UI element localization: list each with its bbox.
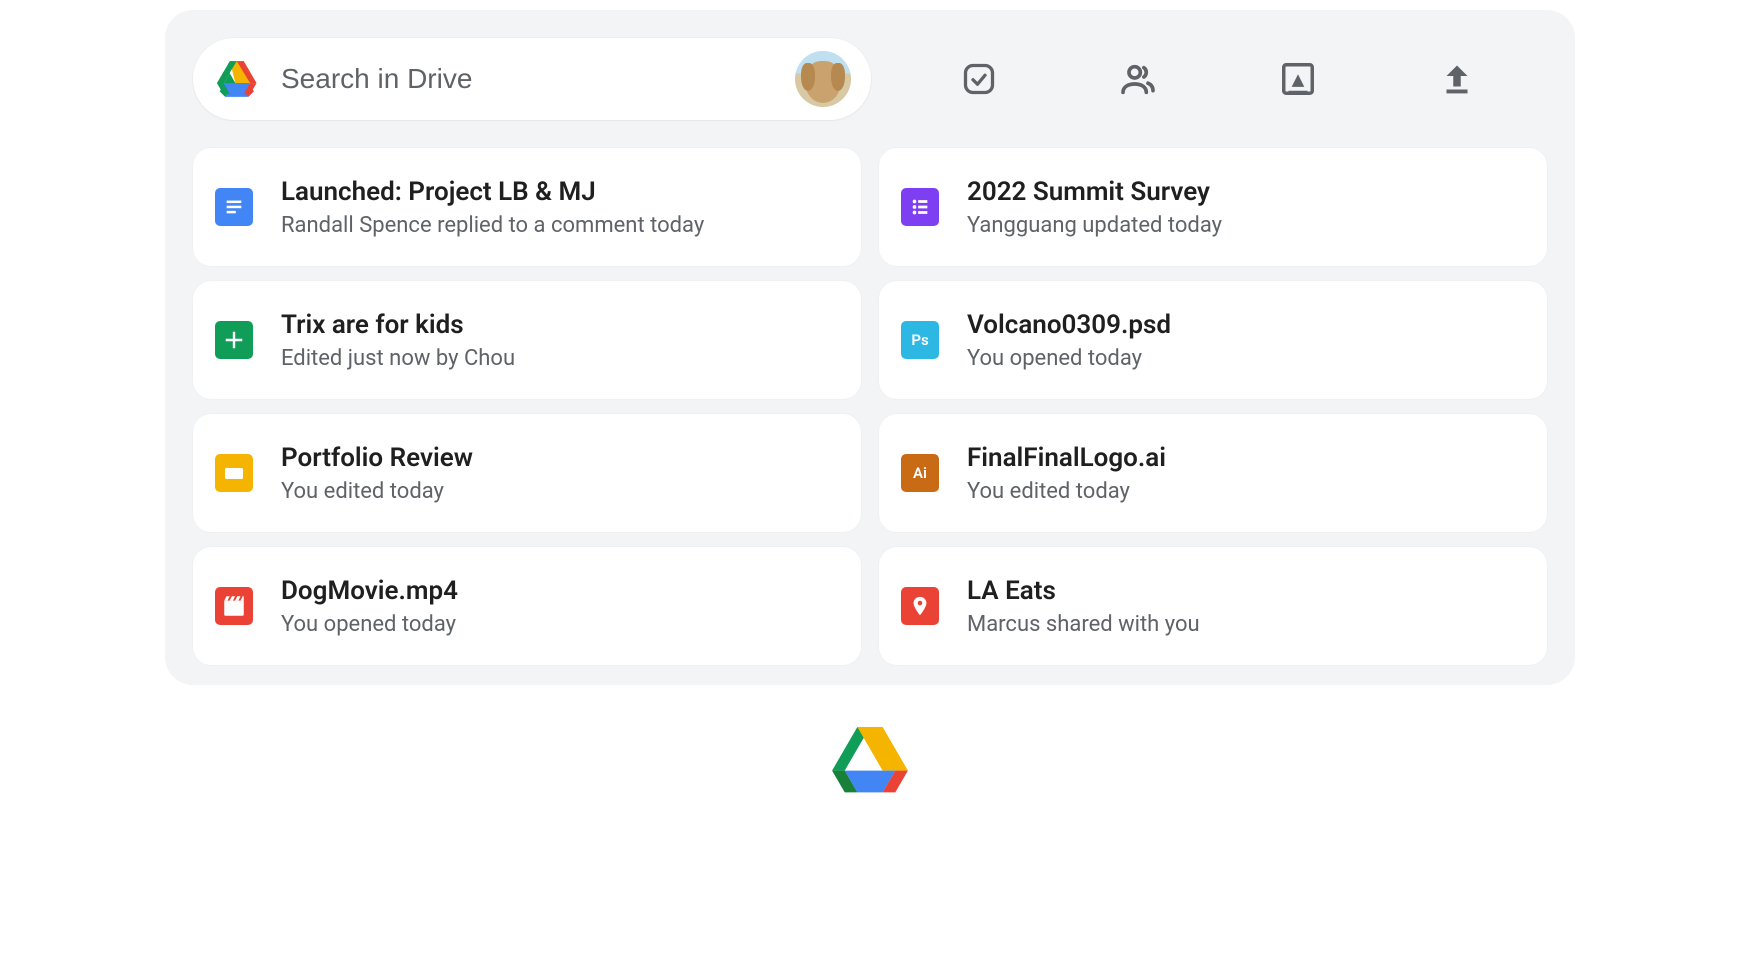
file-card[interactable]: Portfolio Review You edited today bbox=[193, 414, 861, 532]
toolbar bbox=[889, 59, 1547, 99]
file-subtitle: You opened today bbox=[967, 346, 1171, 371]
file-card[interactable]: Trix are for kids Edited just now by Cho… bbox=[193, 281, 861, 399]
people-icon bbox=[1118, 58, 1158, 100]
file-subtitle: Randall Spence replied to a comment toda… bbox=[281, 213, 704, 238]
images-button[interactable] bbox=[1278, 59, 1318, 99]
video-icon bbox=[215, 587, 253, 625]
file-grid: Launched: Project LB & MJ Randall Spence… bbox=[193, 148, 1547, 665]
file-title: 2022 Summit Survey bbox=[967, 177, 1222, 207]
approvals-button[interactable] bbox=[959, 59, 999, 99]
file-subtitle: You opened today bbox=[281, 612, 458, 637]
file-title: LA Eats bbox=[967, 576, 1200, 606]
file-subtitle: Yangguang updated today bbox=[967, 213, 1222, 238]
file-title: Launched: Project LB & MJ bbox=[281, 177, 704, 207]
file-card[interactable]: Ai FinalFinalLogo.ai You edited today bbox=[879, 414, 1547, 532]
shared-button[interactable] bbox=[1118, 59, 1158, 99]
file-card[interactable]: 2022 Summit Survey Yangguang updated tod… bbox=[879, 148, 1547, 266]
docs-icon bbox=[215, 188, 253, 226]
drive-panel: Launched: Project LB & MJ Randall Spence… bbox=[165, 10, 1575, 685]
top-row bbox=[193, 38, 1547, 120]
file-subtitle: You edited today bbox=[281, 479, 473, 504]
sheets-icon bbox=[215, 321, 253, 359]
map-pin-icon bbox=[901, 587, 939, 625]
check-square-icon bbox=[961, 61, 997, 97]
drive-logo-icon bbox=[217, 61, 257, 97]
illustrator-icon: Ai bbox=[901, 454, 939, 492]
search-input[interactable] bbox=[281, 63, 795, 95]
file-subtitle: Edited just now by Chou bbox=[281, 346, 515, 371]
slides-icon bbox=[215, 454, 253, 492]
photoshop-icon: Ps bbox=[901, 321, 939, 359]
file-card[interactable]: Launched: Project LB & MJ Randall Spence… bbox=[193, 148, 861, 266]
file-card[interactable]: DogMovie.mp4 You opened today bbox=[193, 547, 861, 665]
search-bar[interactable] bbox=[193, 38, 871, 120]
file-card[interactable]: LA Eats Marcus shared with you bbox=[879, 547, 1547, 665]
file-title: Portfolio Review bbox=[281, 443, 473, 473]
upload-icon bbox=[1439, 61, 1475, 97]
file-title: DogMovie.mp4 bbox=[281, 576, 458, 606]
drive-logo-large bbox=[832, 727, 908, 795]
file-title: Trix are for kids bbox=[281, 310, 515, 340]
image-frame-icon bbox=[1279, 60, 1317, 98]
file-card[interactable]: Ps Volcano0309.psd You opened today bbox=[879, 281, 1547, 399]
file-title: FinalFinalLogo.ai bbox=[967, 443, 1166, 473]
file-subtitle: You edited today bbox=[967, 479, 1166, 504]
forms-icon bbox=[901, 188, 939, 226]
upload-button[interactable] bbox=[1437, 59, 1477, 99]
file-title: Volcano0309.psd bbox=[967, 310, 1171, 340]
user-avatar[interactable] bbox=[795, 51, 851, 107]
file-subtitle: Marcus shared with you bbox=[967, 612, 1200, 637]
